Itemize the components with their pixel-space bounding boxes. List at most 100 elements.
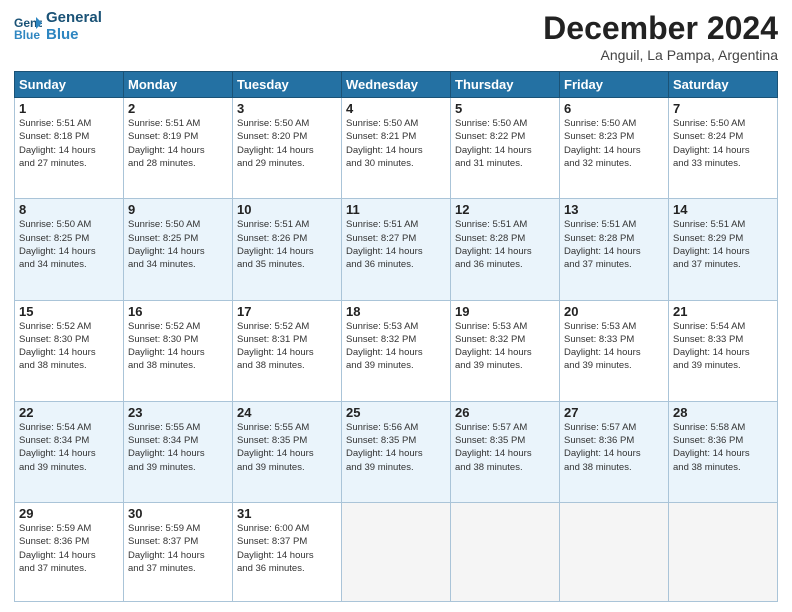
table-row: 11 Sunrise: 5:51 AM Sunset: 8:27 PM Dayl… xyxy=(342,199,451,300)
day-info: Sunrise: 5:51 AM Sunset: 8:26 PM Dayligh… xyxy=(237,218,337,271)
day-number: 16 xyxy=(128,304,228,319)
day-info: Sunrise: 5:52 AM Sunset: 8:30 PM Dayligh… xyxy=(19,320,119,373)
table-row: 25 Sunrise: 5:56 AM Sunset: 8:35 PM Dayl… xyxy=(342,401,451,502)
table-row xyxy=(669,503,778,602)
logo-text-blue: Blue xyxy=(46,27,102,44)
table-row: 27 Sunrise: 5:57 AM Sunset: 8:36 PM Dayl… xyxy=(560,401,669,502)
table-row: 7 Sunrise: 5:50 AM Sunset: 8:24 PM Dayli… xyxy=(669,98,778,199)
table-row: 13 Sunrise: 5:51 AM Sunset: 8:28 PM Dayl… xyxy=(560,199,669,300)
day-info: Sunrise: 5:50 AM Sunset: 8:25 PM Dayligh… xyxy=(19,218,119,271)
day-number: 10 xyxy=(237,202,337,217)
svg-text:Blue: Blue xyxy=(14,28,40,41)
day-number: 17 xyxy=(237,304,337,319)
day-info: Sunrise: 5:51 AM Sunset: 8:29 PM Dayligh… xyxy=(673,218,773,271)
header: General Blue General Blue December 2024 … xyxy=(14,10,778,63)
day-info: Sunrise: 5:58 AM Sunset: 8:36 PM Dayligh… xyxy=(673,421,773,474)
day-info: Sunrise: 5:51 AM Sunset: 8:27 PM Dayligh… xyxy=(346,218,446,271)
day-number: 20 xyxy=(564,304,664,319)
day-info: Sunrise: 5:59 AM Sunset: 8:36 PM Dayligh… xyxy=(19,522,119,575)
table-row: 2 Sunrise: 5:51 AM Sunset: 8:19 PM Dayli… xyxy=(124,98,233,199)
logo-icon: General Blue xyxy=(14,13,42,41)
day-number: 24 xyxy=(237,405,337,420)
table-row: 29 Sunrise: 5:59 AM Sunset: 8:36 PM Dayl… xyxy=(15,503,124,602)
table-row: 28 Sunrise: 5:58 AM Sunset: 8:36 PM Dayl… xyxy=(669,401,778,502)
day-info: Sunrise: 5:52 AM Sunset: 8:30 PM Dayligh… xyxy=(128,320,228,373)
table-row: 17 Sunrise: 5:52 AM Sunset: 8:31 PM Dayl… xyxy=(233,300,342,401)
day-number: 7 xyxy=(673,101,773,116)
day-info: Sunrise: 5:51 AM Sunset: 8:28 PM Dayligh… xyxy=(564,218,664,271)
day-info: Sunrise: 5:51 AM Sunset: 8:28 PM Dayligh… xyxy=(455,218,555,271)
day-info: Sunrise: 5:57 AM Sunset: 8:36 PM Dayligh… xyxy=(564,421,664,474)
day-info: Sunrise: 5:50 AM Sunset: 8:24 PM Dayligh… xyxy=(673,117,773,170)
day-number: 26 xyxy=(455,405,555,420)
table-row: 31 Sunrise: 6:00 AM Sunset: 8:37 PM Dayl… xyxy=(233,503,342,602)
table-row: 23 Sunrise: 5:55 AM Sunset: 8:34 PM Dayl… xyxy=(124,401,233,502)
day-number: 3 xyxy=(237,101,337,116)
day-info: Sunrise: 6:00 AM Sunset: 8:37 PM Dayligh… xyxy=(237,522,337,575)
day-number: 23 xyxy=(128,405,228,420)
day-info: Sunrise: 5:53 AM Sunset: 8:32 PM Dayligh… xyxy=(455,320,555,373)
table-row: 15 Sunrise: 5:52 AM Sunset: 8:30 PM Dayl… xyxy=(15,300,124,401)
day-number: 2 xyxy=(128,101,228,116)
day-number: 11 xyxy=(346,202,446,217)
table-row: 9 Sunrise: 5:50 AM Sunset: 8:25 PM Dayli… xyxy=(124,199,233,300)
day-info: Sunrise: 5:50 AM Sunset: 8:22 PM Dayligh… xyxy=(455,117,555,170)
day-number: 19 xyxy=(455,304,555,319)
day-number: 30 xyxy=(128,506,228,521)
col-wednesday: Wednesday xyxy=(342,72,451,98)
table-row: 20 Sunrise: 5:53 AM Sunset: 8:33 PM Dayl… xyxy=(560,300,669,401)
title-area: December 2024 Anguil, La Pampa, Argentin… xyxy=(543,10,778,63)
table-row: 10 Sunrise: 5:51 AM Sunset: 8:26 PM Dayl… xyxy=(233,199,342,300)
day-info: Sunrise: 5:50 AM Sunset: 8:21 PM Dayligh… xyxy=(346,117,446,170)
day-number: 27 xyxy=(564,405,664,420)
table-row xyxy=(451,503,560,602)
day-info: Sunrise: 5:50 AM Sunset: 8:20 PM Dayligh… xyxy=(237,117,337,170)
day-number: 8 xyxy=(19,202,119,217)
day-info: Sunrise: 5:50 AM Sunset: 8:23 PM Dayligh… xyxy=(564,117,664,170)
day-info: Sunrise: 5:59 AM Sunset: 8:37 PM Dayligh… xyxy=(128,522,228,575)
table-row: 24 Sunrise: 5:55 AM Sunset: 8:35 PM Dayl… xyxy=(233,401,342,502)
day-number: 4 xyxy=(346,101,446,116)
day-info: Sunrise: 5:55 AM Sunset: 8:35 PM Dayligh… xyxy=(237,421,337,474)
day-number: 9 xyxy=(128,202,228,217)
col-tuesday: Tuesday xyxy=(233,72,342,98)
day-info: Sunrise: 5:51 AM Sunset: 8:19 PM Dayligh… xyxy=(128,117,228,170)
location-subtitle: Anguil, La Pampa, Argentina xyxy=(543,47,778,63)
day-number: 13 xyxy=(564,202,664,217)
day-info: Sunrise: 5:54 AM Sunset: 8:33 PM Dayligh… xyxy=(673,320,773,373)
table-row: 6 Sunrise: 5:50 AM Sunset: 8:23 PM Dayli… xyxy=(560,98,669,199)
table-row: 16 Sunrise: 5:52 AM Sunset: 8:30 PM Dayl… xyxy=(124,300,233,401)
col-saturday: Saturday xyxy=(669,72,778,98)
table-row: 4 Sunrise: 5:50 AM Sunset: 8:21 PM Dayli… xyxy=(342,98,451,199)
day-info: Sunrise: 5:53 AM Sunset: 8:32 PM Dayligh… xyxy=(346,320,446,373)
day-number: 12 xyxy=(455,202,555,217)
day-number: 1 xyxy=(19,101,119,116)
day-number: 25 xyxy=(346,405,446,420)
table-row: 19 Sunrise: 5:53 AM Sunset: 8:32 PM Dayl… xyxy=(451,300,560,401)
day-info: Sunrise: 5:57 AM Sunset: 8:35 PM Dayligh… xyxy=(455,421,555,474)
table-row: 14 Sunrise: 5:51 AM Sunset: 8:29 PM Dayl… xyxy=(669,199,778,300)
day-number: 15 xyxy=(19,304,119,319)
page: General Blue General Blue December 2024 … xyxy=(0,0,792,612)
col-friday: Friday xyxy=(560,72,669,98)
day-info: Sunrise: 5:54 AM Sunset: 8:34 PM Dayligh… xyxy=(19,421,119,474)
calendar-header-row: Sunday Monday Tuesday Wednesday Thursday… xyxy=(15,72,778,98)
day-number: 21 xyxy=(673,304,773,319)
day-info: Sunrise: 5:53 AM Sunset: 8:33 PM Dayligh… xyxy=(564,320,664,373)
table-row: 5 Sunrise: 5:50 AM Sunset: 8:22 PM Dayli… xyxy=(451,98,560,199)
month-title: December 2024 xyxy=(543,10,778,47)
col-monday: Monday xyxy=(124,72,233,98)
day-number: 6 xyxy=(564,101,664,116)
table-row: 26 Sunrise: 5:57 AM Sunset: 8:35 PM Dayl… xyxy=(451,401,560,502)
day-info: Sunrise: 5:56 AM Sunset: 8:35 PM Dayligh… xyxy=(346,421,446,474)
day-number: 14 xyxy=(673,202,773,217)
day-number: 5 xyxy=(455,101,555,116)
day-info: Sunrise: 5:52 AM Sunset: 8:31 PM Dayligh… xyxy=(237,320,337,373)
day-info: Sunrise: 5:50 AM Sunset: 8:25 PM Dayligh… xyxy=(128,218,228,271)
calendar-table: Sunday Monday Tuesday Wednesday Thursday… xyxy=(14,71,778,602)
col-sunday: Sunday xyxy=(15,72,124,98)
table-row: 21 Sunrise: 5:54 AM Sunset: 8:33 PM Dayl… xyxy=(669,300,778,401)
day-number: 18 xyxy=(346,304,446,319)
day-number: 22 xyxy=(19,405,119,420)
day-info: Sunrise: 5:51 AM Sunset: 8:18 PM Dayligh… xyxy=(19,117,119,170)
